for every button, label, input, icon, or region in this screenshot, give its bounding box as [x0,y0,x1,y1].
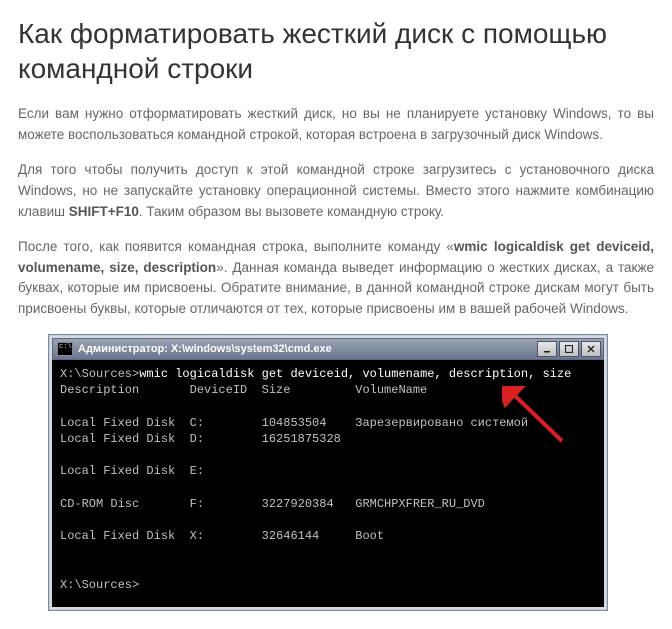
maximize-button[interactable] [559,341,579,357]
console-output: X:\Sources>wmic logicaldisk get deviceid… [52,360,604,607]
output-header: Description DeviceID Size VolumeName [60,383,427,397]
window-titlebar: Администратор: X:\windows\system32\cmd.e… [52,338,604,360]
output-row: Local Fixed Disk E: [60,464,204,478]
prompt-1: X:\Sources> [60,367,139,381]
cmd-window: Администратор: X:\windows\system32\cmd.e… [48,334,608,611]
output-row: CD-ROM Disc F: 3227920384 GRMCHPXFRER_RU… [60,497,485,511]
window-controls [537,341,603,357]
output-row: Local Fixed Disk C: 104853504 Зарезервир… [60,416,528,430]
paragraph-2: Для того чтобы получить доступ к этой ко… [18,160,654,223]
cmd-icon [57,342,73,356]
output-row: Local Fixed Disk D: 16251875328 [60,432,341,446]
close-button[interactable] [581,341,601,357]
minimize-button[interactable] [537,341,557,357]
paragraph-3: После того, как появится командная строк… [18,237,654,321]
p2-shortcut: SHIFT+F10 [69,204,139,219]
prompt-2: X:\Sources> [60,578,139,592]
p2-text-b: . Таким образом вы вызовете командную ст… [139,204,444,219]
paragraph-1: Если вам нужно отформатировать жесткий д… [18,104,654,146]
p3-text-a: После того, как появится командная строк… [18,239,454,254]
article-heading: Как форматировать жесткий диск с помощью… [18,16,654,86]
window-title: Администратор: X:\windows\system32\cmd.e… [78,343,537,355]
output-row: Local Fixed Disk X: 32646144 Boot [60,529,384,543]
entered-command: wmic logicaldisk get deviceid, volumenam… [139,367,571,381]
